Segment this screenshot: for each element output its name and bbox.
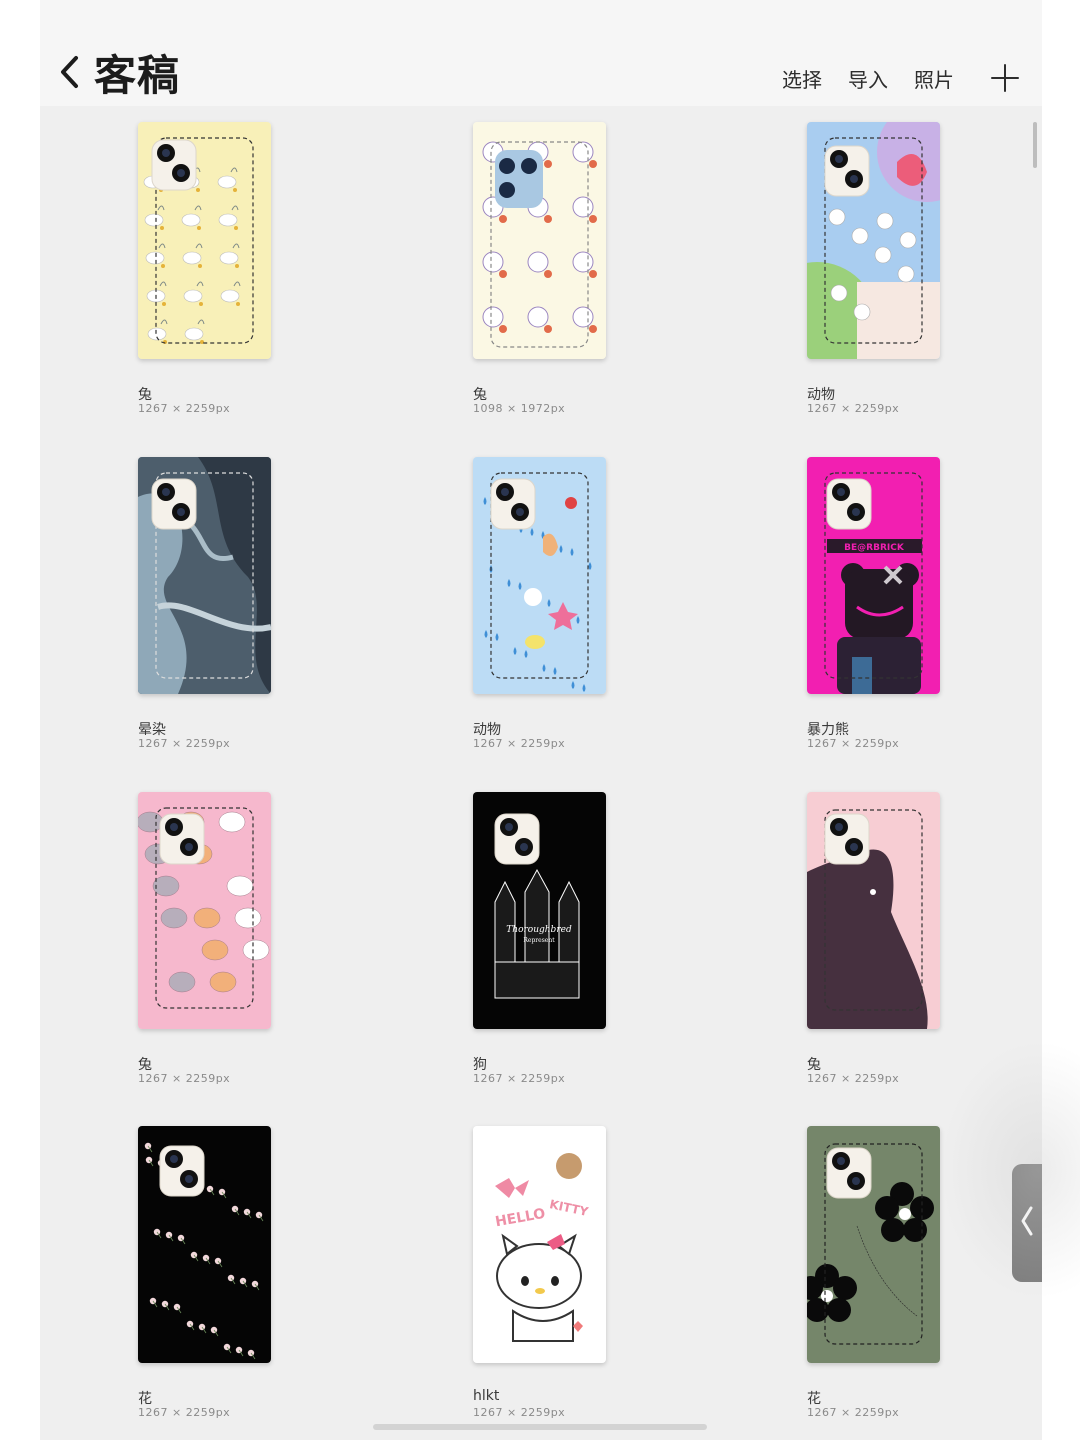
draft-card[interactable]: 动物 1267 × 2259px <box>375 457 606 757</box>
svg-text:Thoroughbred: Thoroughbred <box>506 925 572 935</box>
page-title: 客稿 <box>94 50 181 100</box>
draft-name: 花 <box>807 1391 821 1407</box>
draft-dimensions: 1267 × 2259px <box>807 402 900 415</box>
draft-thumbnail[interactable] <box>807 792 940 1029</box>
draft-card[interactable]: 动物 1267 × 2259px <box>709 122 940 422</box>
draft-card[interactable]: 兔 1098 × 1972px <box>375 122 606 422</box>
draft-name: hlkt <box>473 1388 500 1404</box>
draft-thumbnail[interactable] <box>473 457 606 694</box>
side-panel-toggle[interactable] <box>1012 1164 1042 1282</box>
draft-thumbnail[interactable]: BE@RBRICK <box>807 457 940 694</box>
draft-thumbnail[interactable]: HELLO KITTY <box>473 1126 606 1363</box>
draft-thumbnail[interactable] <box>473 122 606 359</box>
draft-name: 暴力熊 <box>807 722 849 738</box>
draft-card[interactable]: 花 1267 × 2259px <box>40 1126 271 1426</box>
draft-thumbnail[interactable]: Thoroughbred Represent <box>473 792 606 1029</box>
draft-card[interactable]: 晕染 1267 × 2259px <box>40 457 271 757</box>
draft-name: 晕染 <box>138 722 166 738</box>
draft-name: 兔 <box>138 387 152 403</box>
svg-text:BE@RBRICK: BE@RBRICK <box>844 543 905 553</box>
plus-icon[interactable] <box>990 63 1020 93</box>
chevron-left-icon <box>1020 1205 1034 1241</box>
draft-card[interactable]: 兔 1267 × 2259px <box>40 122 271 422</box>
import-button[interactable]: 导入 <box>848 64 888 93</box>
top-bar: 客稿 选择 导入 照片 <box>40 0 1042 106</box>
draft-card[interactable]: HELLO KITTY hlkt 1267 × 2259px <box>375 1126 606 1426</box>
draft-dimensions: 1267 × 2259px <box>138 402 231 415</box>
chevron-left-icon <box>54 52 84 92</box>
draft-name: 兔 <box>807 1057 821 1073</box>
draft-thumbnail[interactable] <box>138 1126 271 1363</box>
draft-name: 动物 <box>807 387 835 403</box>
select-button[interactable]: 选择 <box>782 64 822 93</box>
draft-thumbnail[interactable] <box>807 122 940 359</box>
draft-dimensions: 1098 × 1972px <box>473 402 566 415</box>
header-actions: 选择 导入 照片 <box>756 58 1020 98</box>
back-button[interactable]: 客稿 <box>54 44 194 100</box>
draft-dimensions: 1267 × 2259px <box>473 737 566 750</box>
draft-card[interactable]: 兔 1267 × 2259px <box>709 792 940 1092</box>
svg-text:Represent: Represent <box>523 937 555 944</box>
draft-dimensions: 1267 × 2259px <box>473 1072 566 1085</box>
draft-card[interactable]: 兔 1267 × 2259px <box>40 792 271 1092</box>
draft-name: 动物 <box>473 722 501 738</box>
draft-dimensions: 1267 × 2259px <box>138 737 231 750</box>
draft-thumbnail[interactable] <box>138 122 271 359</box>
draft-card[interactable]: 花 1267 × 2259px <box>709 1126 940 1426</box>
draft-thumbnail[interactable] <box>138 792 271 1029</box>
draft-name: 狗 <box>473 1057 487 1073</box>
draft-thumbnail[interactable] <box>138 457 271 694</box>
draft-dimensions: 1267 × 2259px <box>473 1406 566 1419</box>
draft-dimensions: 1267 × 2259px <box>138 1406 231 1419</box>
draft-thumbnail[interactable] <box>807 1126 940 1363</box>
draft-dimensions: 1267 × 2259px <box>807 1072 900 1085</box>
draft-card[interactable]: Thoroughbred Represent 狗 1267 × 2259px <box>375 792 606 1092</box>
draft-dimensions: 1267 × 2259px <box>138 1072 231 1085</box>
draft-dimensions: 1267 × 2259px <box>807 1406 900 1419</box>
draft-dimensions: 1267 × 2259px <box>807 737 900 750</box>
home-indicator[interactable] <box>373 1424 707 1430</box>
draft-card[interactable]: BE@RBRICK 暴力熊 1267 × 2259px <box>709 457 940 757</box>
drafts-screen: 客稿 选择 导入 照片 兔 1267 × 2259px 兔 1098 × 1972px… <box>40 0 1042 1440</box>
draft-name: 兔 <box>138 1057 152 1073</box>
photos-button[interactable]: 照片 <box>914 64 954 93</box>
scrollbar[interactable] <box>1033 122 1037 168</box>
draft-name: 花 <box>138 1391 152 1407</box>
draft-name: 兔 <box>473 387 487 403</box>
